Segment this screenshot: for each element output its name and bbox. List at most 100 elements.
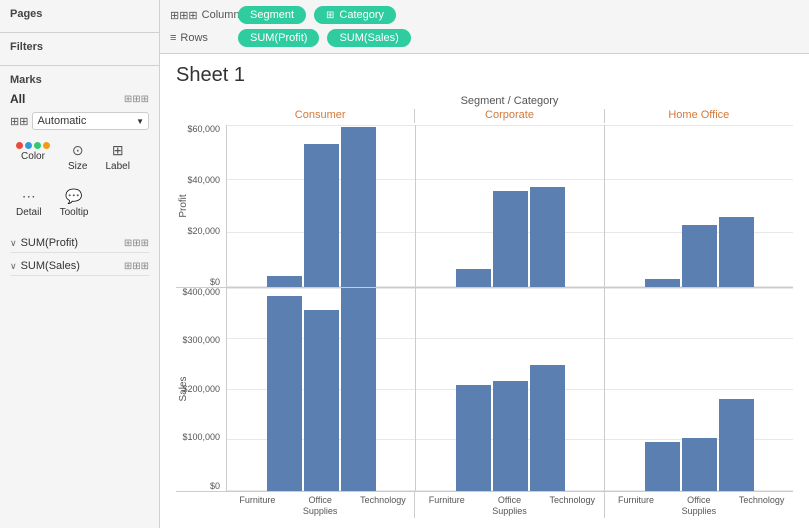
pages-section: Pages [0, 0, 159, 33]
bar-furniture [267, 276, 302, 287]
bar-technology [530, 187, 565, 287]
filters-section: Filters [0, 33, 159, 66]
x-label-office-2: OfficeSupplies [478, 492, 541, 518]
bar-office [682, 438, 717, 491]
rows-icon: ≡ [170, 32, 176, 44]
bar-office [493, 381, 528, 490]
color-label: Color [21, 151, 45, 162]
left-panel: Pages Filters Marks All ⊞⊞⊞ ⊞⊞ Automatic… [0, 0, 160, 528]
pages-label: Pages [10, 8, 149, 20]
marks-all-icon: ⊞⊞⊞ [124, 94, 149, 105]
sales-y-label-100k: $100,000 [182, 433, 220, 442]
marks-title: Marks [10, 74, 149, 86]
main-area: ⊞⊞⊞ Columns Segment ⊞ Category ≡ Rows SU… [160, 0, 809, 528]
bar-office [304, 144, 339, 287]
sum-profit-chevron: ∨ [10, 238, 17, 249]
sales-y-label-400k: $400,000 [182, 288, 220, 297]
columns-label: ⊞⊞⊞ Columns [170, 9, 230, 22]
sales-home-office-bars [605, 288, 793, 491]
x-label-furniture-1: Furniture [226, 492, 289, 518]
columns-row: ⊞⊞⊞ Columns Segment ⊞ Category [170, 6, 799, 24]
toolbar: ⊞⊞⊞ Columns Segment ⊞ Category ≡ Rows SU… [160, 0, 809, 54]
profit-corporate-bars [416, 125, 605, 287]
x-label-office-1: OfficeSupplies [289, 492, 352, 518]
profit-y-label-20k: $20,000 [187, 227, 220, 236]
color-button[interactable]: Color [10, 138, 56, 176]
sales-consumer-bars [227, 288, 416, 491]
marks-type-label: Automatic [37, 115, 86, 127]
profit-y-label-0: $0 [210, 278, 220, 287]
bar-chart-icon: ⊞⊞ [10, 115, 28, 128]
x-axis-row: Furniture OfficeSupplies Technology Furn… [226, 492, 793, 518]
segment-header-consumer: Consumer [226, 109, 415, 123]
bar-group [418, 288, 602, 491]
sum-sales-chevron: ∨ [10, 261, 17, 272]
sum-sales-label: SUM(Sales) [21, 260, 80, 272]
marks-buttons-row: Color ⊙ Size ⊞ Label [10, 138, 149, 176]
category-pill-icon: ⊞ [326, 10, 334, 21]
label-icon: ⊞ [112, 142, 124, 159]
marks-detail-row: ⋯ Detail 💬 Tooltip [10, 184, 149, 222]
category-pill[interactable]: ⊞ Category [314, 6, 396, 24]
color-icon [16, 142, 50, 149]
bar-group [229, 125, 413, 287]
columns-icon: ⊞⊞⊞ [170, 9, 198, 22]
profit-consumer-bars [227, 125, 416, 287]
marks-section: Marks All ⊞⊞⊞ ⊞⊞ Automatic ▼ Color ⊙ Siz… [0, 66, 159, 528]
bar-furniture [456, 385, 491, 490]
bar-technology [719, 399, 754, 490]
sum-sales-row: ∨ SUM(Sales) ⊞⊞⊞ [10, 257, 149, 276]
bar-technology [341, 288, 376, 491]
rows-row: ≡ Rows SUM(Profit) SUM(Sales) [170, 29, 799, 47]
profit-y-label-60k: $60,000 [187, 125, 220, 134]
x-label-tech-2: Technology [541, 492, 604, 518]
sum-profit-pill[interactable]: SUM(Profit) [238, 29, 319, 47]
tooltip-icon: 💬 [65, 188, 82, 205]
sales-y-label-300k: $300,000 [182, 336, 220, 345]
sales-chart-row: Sales $400,000 $300,000 $200,000 $100,00… [176, 288, 793, 492]
sum-sales-pill[interactable]: SUM(Sales) [327, 29, 410, 47]
sum-profit-row: ∨ SUM(Profit) ⊞⊞⊞ [10, 234, 149, 253]
legend-title: Segment / Category [226, 95, 793, 107]
filters-label: Filters [10, 41, 149, 53]
marks-type-dropdown[interactable]: Automatic ▼ [32, 112, 149, 130]
bar-group [607, 288, 791, 491]
sum-profit-label: SUM(Profit) [21, 237, 78, 249]
profit-chart-row: Profit $60,000 $40,000 $20,000 $0 [176, 125, 793, 288]
x-label-furniture-3: Furniture [605, 492, 668, 518]
tooltip-button[interactable]: 💬 Tooltip [54, 184, 95, 222]
size-label: Size [68, 161, 87, 172]
bar-office [493, 191, 528, 287]
sheet-title: Sheet 1 [176, 64, 793, 87]
x-label-tech-3: Technology [730, 492, 793, 518]
profit-y-label-40k: $40,000 [187, 176, 220, 185]
profit-bars-area [226, 125, 793, 287]
segment-pill[interactable]: Segment [238, 6, 306, 24]
x-axis-consumer: Furniture OfficeSupplies Technology [226, 492, 415, 518]
label-label: Label [105, 161, 129, 172]
profit-axis-title: Profit [178, 194, 189, 217]
segment-header-home-office: Home Office [605, 109, 793, 123]
sales-y-axis: Sales $400,000 $300,000 $200,000 $100,00… [176, 288, 226, 491]
chart-body: Segment / Category Consumer Corporate Ho… [176, 95, 793, 518]
sales-corporate-bars [416, 288, 605, 491]
bar-technology [719, 217, 754, 287]
sales-bars-area [226, 288, 793, 491]
sheet-area: Sheet 1 Segment / Category Consumer Corp… [160, 54, 809, 528]
sales-y-label-0: $0 [210, 482, 220, 491]
marks-all-row: All ⊞⊞⊞ [10, 92, 149, 106]
chart-container: Segment / Category Consumer Corporate Ho… [176, 95, 793, 518]
segment-headers: Consumer Corporate Home Office [226, 109, 793, 123]
sum-sales-icon: ⊞⊞⊞ [124, 261, 149, 272]
profit-home-office-bars [605, 125, 793, 287]
x-label-tech-1: Technology [352, 492, 415, 518]
label-button[interactable]: ⊞ Label [99, 138, 135, 176]
detail-button[interactable]: ⋯ Detail [10, 184, 48, 222]
size-button[interactable]: ⊙ Size [62, 138, 93, 176]
bar-technology [530, 365, 565, 491]
bar-office [682, 225, 717, 287]
bar-group [607, 125, 791, 287]
profit-y-axis: Profit $60,000 $40,000 $20,000 $0 [176, 125, 226, 287]
x-label-furniture-2: Furniture [415, 492, 478, 518]
bar-furniture [645, 279, 680, 287]
